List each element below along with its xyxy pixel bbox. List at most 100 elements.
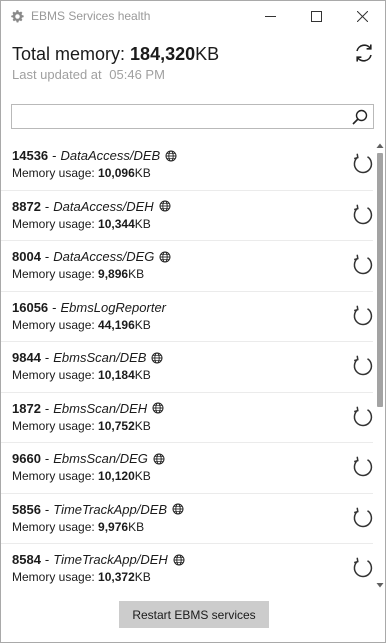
service-row[interactable]: 16056- EbmsLogReporter Memory usage: 44,19… [1, 292, 373, 342]
scroll-thumb[interactable] [377, 153, 383, 407]
total-memory-value: 184,320 [130, 44, 196, 64]
memory-usage: Memory usage: 10,344KB [12, 217, 151, 231]
service-pid: 9660 [12, 451, 41, 466]
window-title: EBMS Services health [31, 9, 151, 23]
service-name: DataAccess/DEB [60, 148, 161, 163]
globe-icon [159, 200, 171, 212]
service-row[interactable]: 8584- TimeTrackApp/DEH Memory usage: 10,37… [1, 544, 373, 592]
service-pid: 8872 [12, 198, 41, 214]
app-window: EBMS Services health Total memory: 184,3… [0, 0, 386, 643]
search-icon[interactable] [351, 108, 369, 126]
restart-icon[interactable] [351, 152, 373, 176]
service-title: 9660- EbmsScan/DEG [12, 451, 165, 466]
memory-usage-label: Memory usage: [12, 418, 95, 433]
memory-usage: Memory usage: 10,184KB [12, 368, 151, 382]
gear-icon [11, 10, 24, 23]
refresh-icon[interactable] [353, 42, 375, 64]
service-name: EbmsScan/DEG [53, 451, 148, 466]
service-name: TimeTrackApp/DEH [53, 552, 168, 567]
restart-icon[interactable] [351, 304, 373, 328]
memory-usage: Memory usage: 9,896KB [12, 267, 144, 281]
memory-usage-unit: KB [134, 418, 151, 433]
service-pid: 8584 [12, 552, 41, 567]
scrollbar[interactable] [374, 140, 385, 592]
service-pid: 9844 [12, 350, 41, 365]
service-name: EbmsLogReporter [60, 299, 167, 315]
service-row[interactable]: 1872- EbmsScan/DEH Memory usage: 10,752KB [1, 393, 373, 443]
restart-icon[interactable] [351, 253, 373, 277]
footer: Restart EBMS services [1, 593, 385, 642]
minimize-button[interactable] [247, 1, 293, 32]
restart-icon[interactable] [351, 506, 373, 530]
memory-usage-value: 9,976 [98, 519, 129, 534]
service-pid: 5856 [12, 501, 41, 517]
memory-usage: Memory usage: 10,120KB [12, 469, 151, 483]
memory-usage-value: 9,896 [98, 267, 129, 281]
memory-usage-unit: KB [134, 317, 151, 332]
memory-usage-value: 10,344 [98, 216, 135, 231]
service-row[interactable]: 5856- TimeTrackApp/DEB Memory usage: 9,976… [1, 494, 373, 544]
maximize-icon [310, 11, 322, 22]
separator: - [44, 350, 50, 365]
memory-usage: Memory usage: 10,372KB [12, 570, 151, 584]
restart-icon[interactable] [351, 405, 373, 429]
search-box[interactable] [11, 104, 374, 129]
restart-icon[interactable] [351, 354, 373, 378]
scroll-up-arrow-icon[interactable] [376, 142, 384, 150]
service-row[interactable]: 9844- EbmsScan/DEB Memory usage: 10,184KB [1, 342, 373, 393]
globe-icon [173, 554, 185, 565]
globe-icon [152, 402, 164, 414]
memory-usage-value: 10,752 [98, 418, 135, 433]
service-title: 1872- EbmsScan/DEH [12, 401, 164, 416]
separator: - [44, 198, 50, 214]
memory-usage-unit: KB [128, 267, 145, 281]
memory-usage-unit: KB [134, 368, 151, 382]
restart-services-button[interactable]: Restart EBMS services [119, 601, 269, 628]
service-pid: 16056 [12, 299, 49, 315]
memory-usage-unit: KB [134, 216, 151, 231]
globe-icon [153, 453, 165, 464]
memory-usage-value: 10,120 [98, 469, 135, 483]
restart-icon[interactable] [351, 203, 373, 227]
title-bar[interactable]: EBMS Services health [1, 1, 385, 32]
scroll-down-arrow-icon[interactable] [376, 581, 384, 589]
service-row[interactable]: 9660- EbmsScan/DEG Memory usage: 10,120KB [1, 443, 373, 494]
memory-usage-label: Memory usage: [12, 267, 95, 281]
globe-icon [151, 352, 163, 363]
total-memory: Total memory: 184,320KB [12, 44, 219, 65]
service-title: 5856- TimeTrackApp/DEB [12, 502, 184, 517]
total-memory-unit: KB [195, 44, 220, 64]
memory-usage: Memory usage: 9,976KB [12, 520, 144, 534]
service-title: 14536- DataAccess/DEB [12, 148, 177, 163]
service-title: 8584- TimeTrackApp/DEH [12, 552, 185, 567]
separator: - [44, 451, 50, 466]
memory-usage-label: Memory usage: [12, 469, 95, 483]
service-title: 8872- DataAccess/DEH [12, 199, 171, 214]
service-name: DataAccess/DEH [53, 198, 154, 214]
service-row[interactable]: 8872- DataAccess/DEH Memory usage: 10,344K… [1, 191, 373, 241]
maximize-button[interactable] [293, 1, 339, 32]
restart-icon[interactable] [351, 556, 373, 580]
memory-usage: Memory usage: 10,752KB [12, 419, 151, 433]
service-title: 8004- DataAccess/DEG [12, 249, 171, 264]
service-title: 16056- EbmsLogReporter [12, 300, 166, 315]
service-row[interactable]: 14536- DataAccess/DEB Memory usage: 10,096… [1, 140, 373, 191]
minimize-icon [264, 16, 276, 17]
service-row[interactable]: 8004- DataAccess/DEG Memory usage: 9,896KB [1, 241, 373, 292]
memory-usage: Memory usage: 10,096KB [12, 166, 151, 180]
memory-usage-unit: KB [134, 166, 151, 180]
service-list[interactable]: 14536- DataAccess/DEB Memory usage: 10,096… [1, 140, 373, 592]
close-button[interactable] [339, 1, 385, 32]
memory-usage-value: 10,372 [98, 570, 135, 584]
separator: - [52, 148, 57, 163]
memory-usage-label: Memory usage: [12, 216, 95, 231]
globe-icon [172, 503, 184, 515]
last-updated: Last updated at 05:46 PM [12, 67, 165, 82]
memory-usage-label: Memory usage: [12, 519, 95, 534]
close-icon [356, 11, 368, 22]
restart-icon[interactable] [351, 455, 373, 479]
memory-usage-label: Memory usage: [12, 368, 95, 382]
total-memory-label: Total memory: [12, 44, 126, 64]
memory-usage-label: Memory usage: [12, 166, 95, 180]
search-input[interactable] [16, 107, 350, 128]
